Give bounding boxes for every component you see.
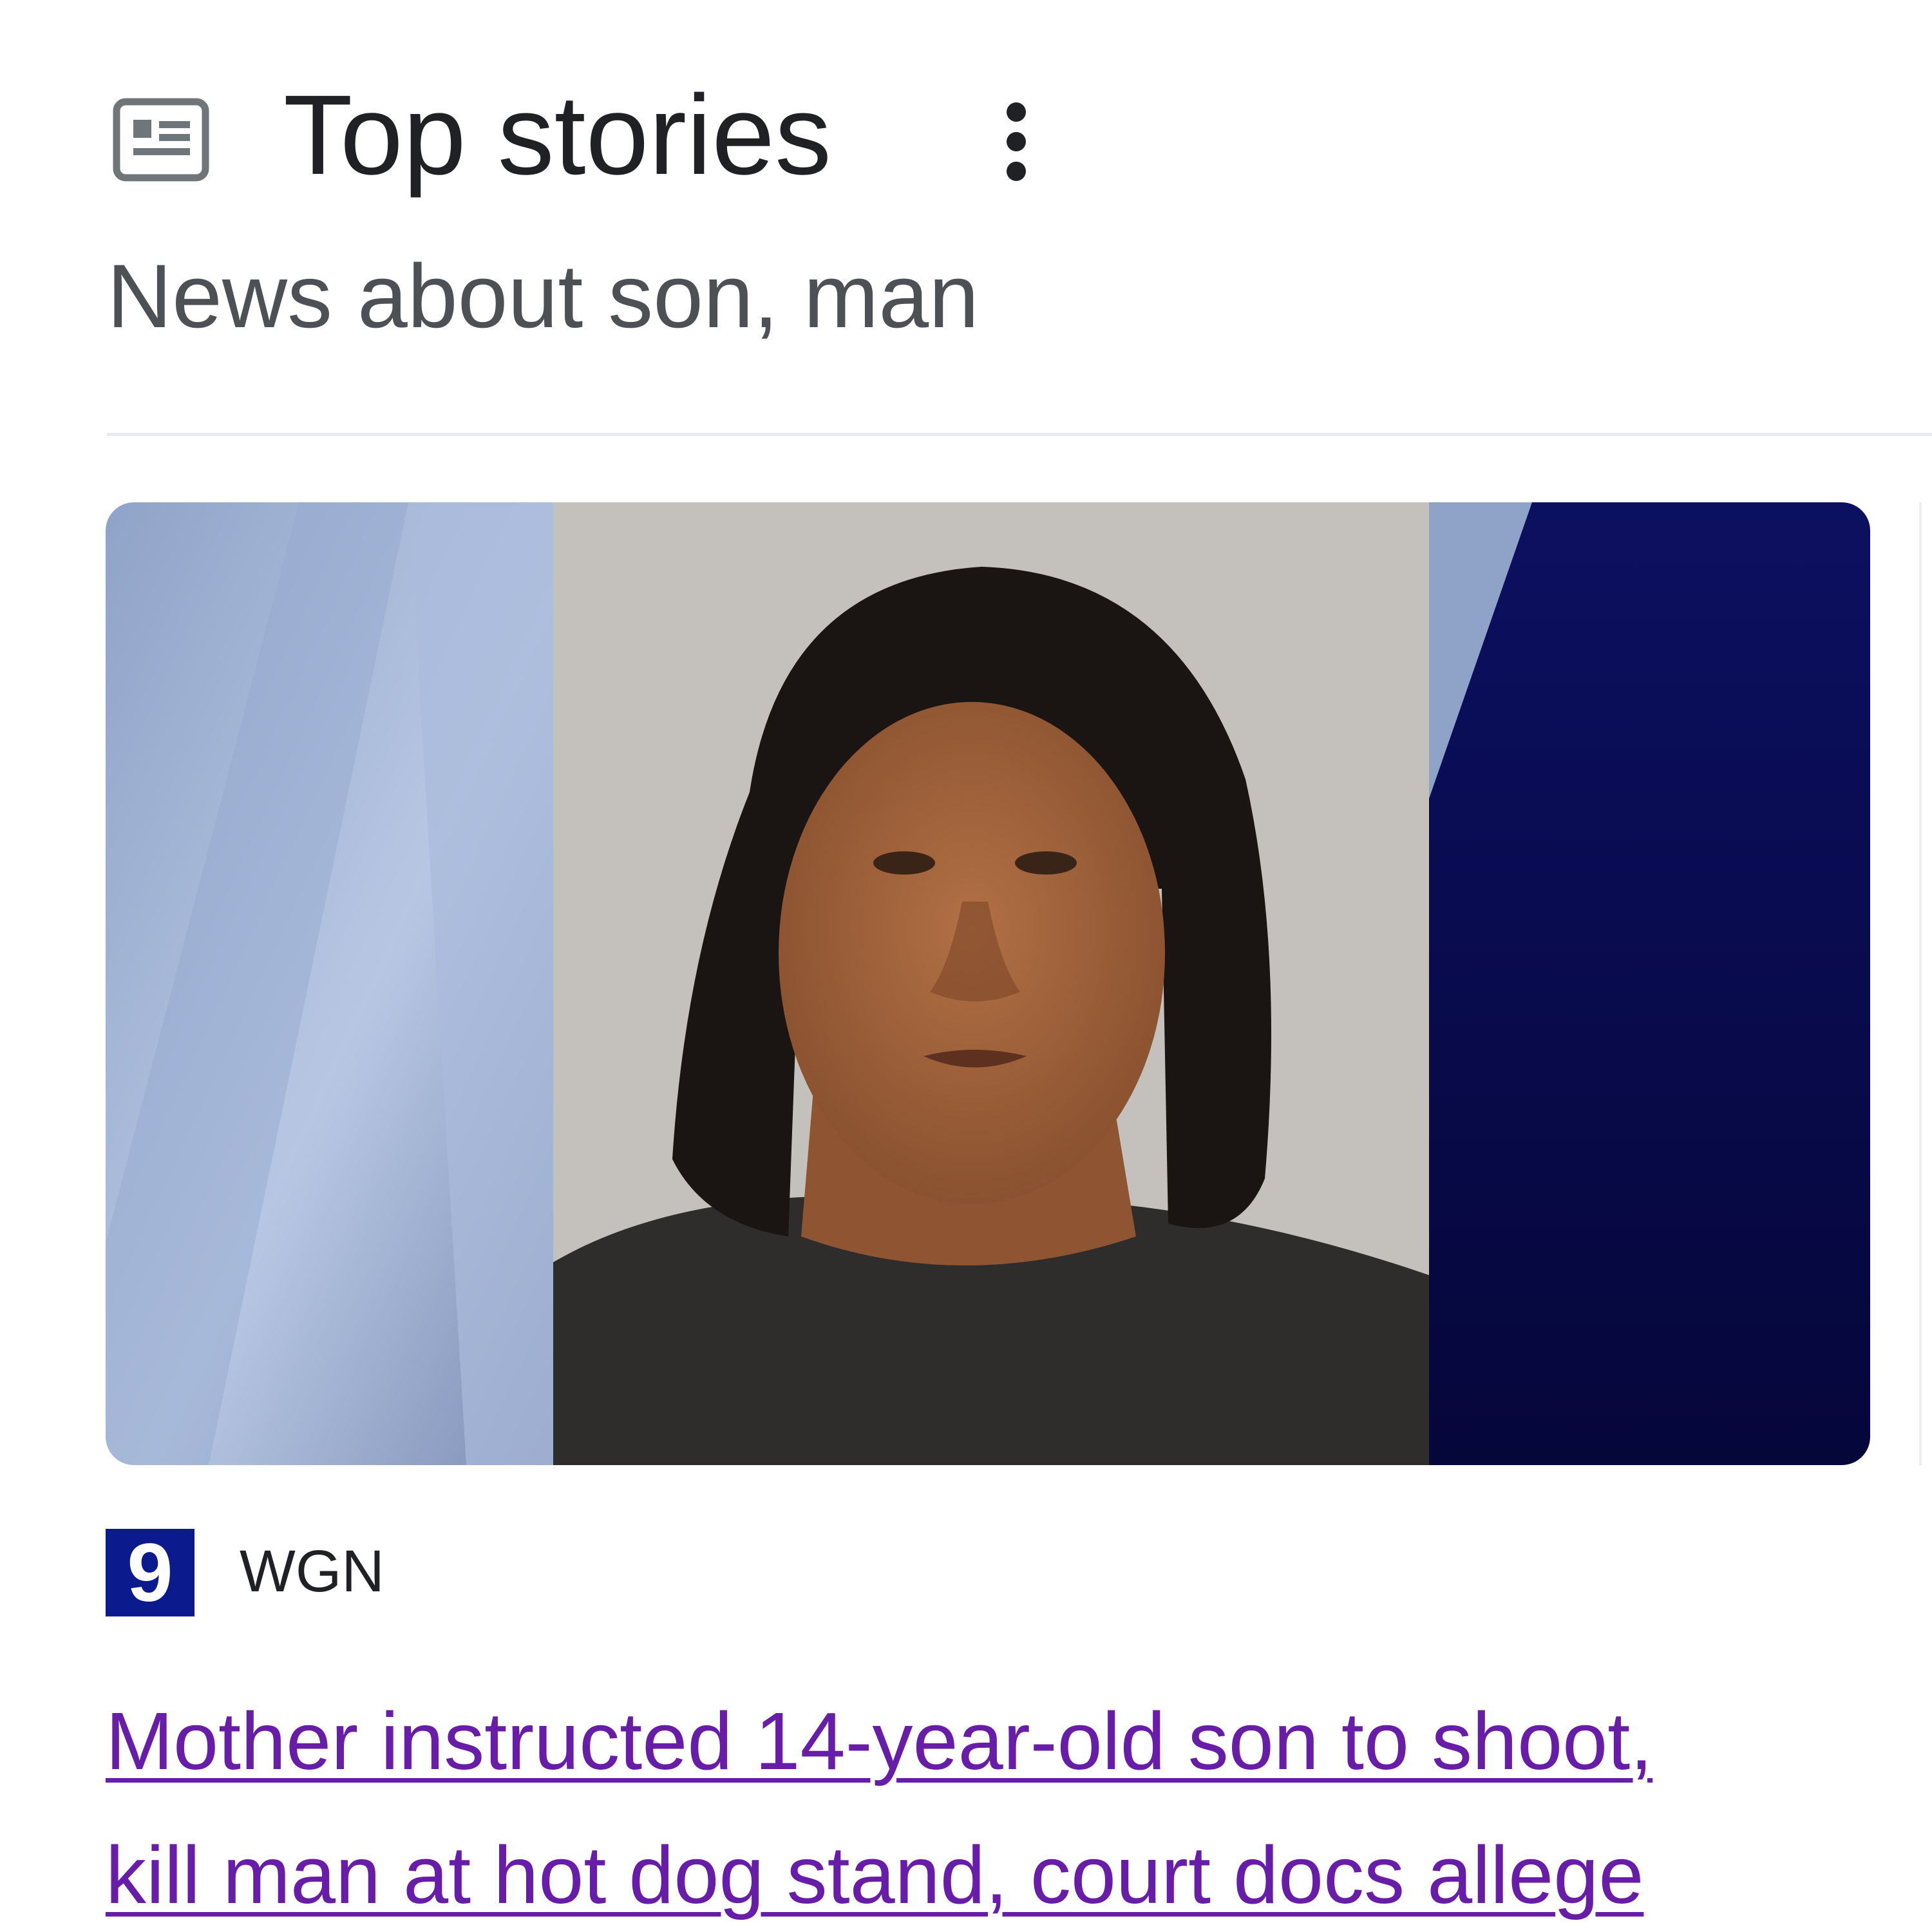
section-title: Top stories	[283, 72, 832, 198]
story-thumbnail[interactable]	[106, 502, 1870, 1465]
story-headline-link[interactable]: Mother instructed 14-year-old son to sho…	[106, 1674, 1883, 1932]
divider	[107, 433, 1932, 436]
svg-text:9: 9	[127, 1529, 173, 1616]
source-name: WGN	[240, 1539, 384, 1604]
newspaper-icon	[113, 98, 209, 182]
headline-line-2: kill man at hot dog stand, court docs al…	[106, 1830, 1644, 1920]
section-subtitle: News about son, man	[107, 245, 980, 346]
next-card-edge	[1919, 502, 1922, 1465]
headline-line-1: Mother instructed 14-year-old son to sho…	[106, 1696, 1653, 1786]
wgn-logo: 9	[106, 1527, 194, 1619]
more-options-button[interactable]	[985, 97, 1047, 193]
more-vert-icon	[1007, 102, 1026, 181]
